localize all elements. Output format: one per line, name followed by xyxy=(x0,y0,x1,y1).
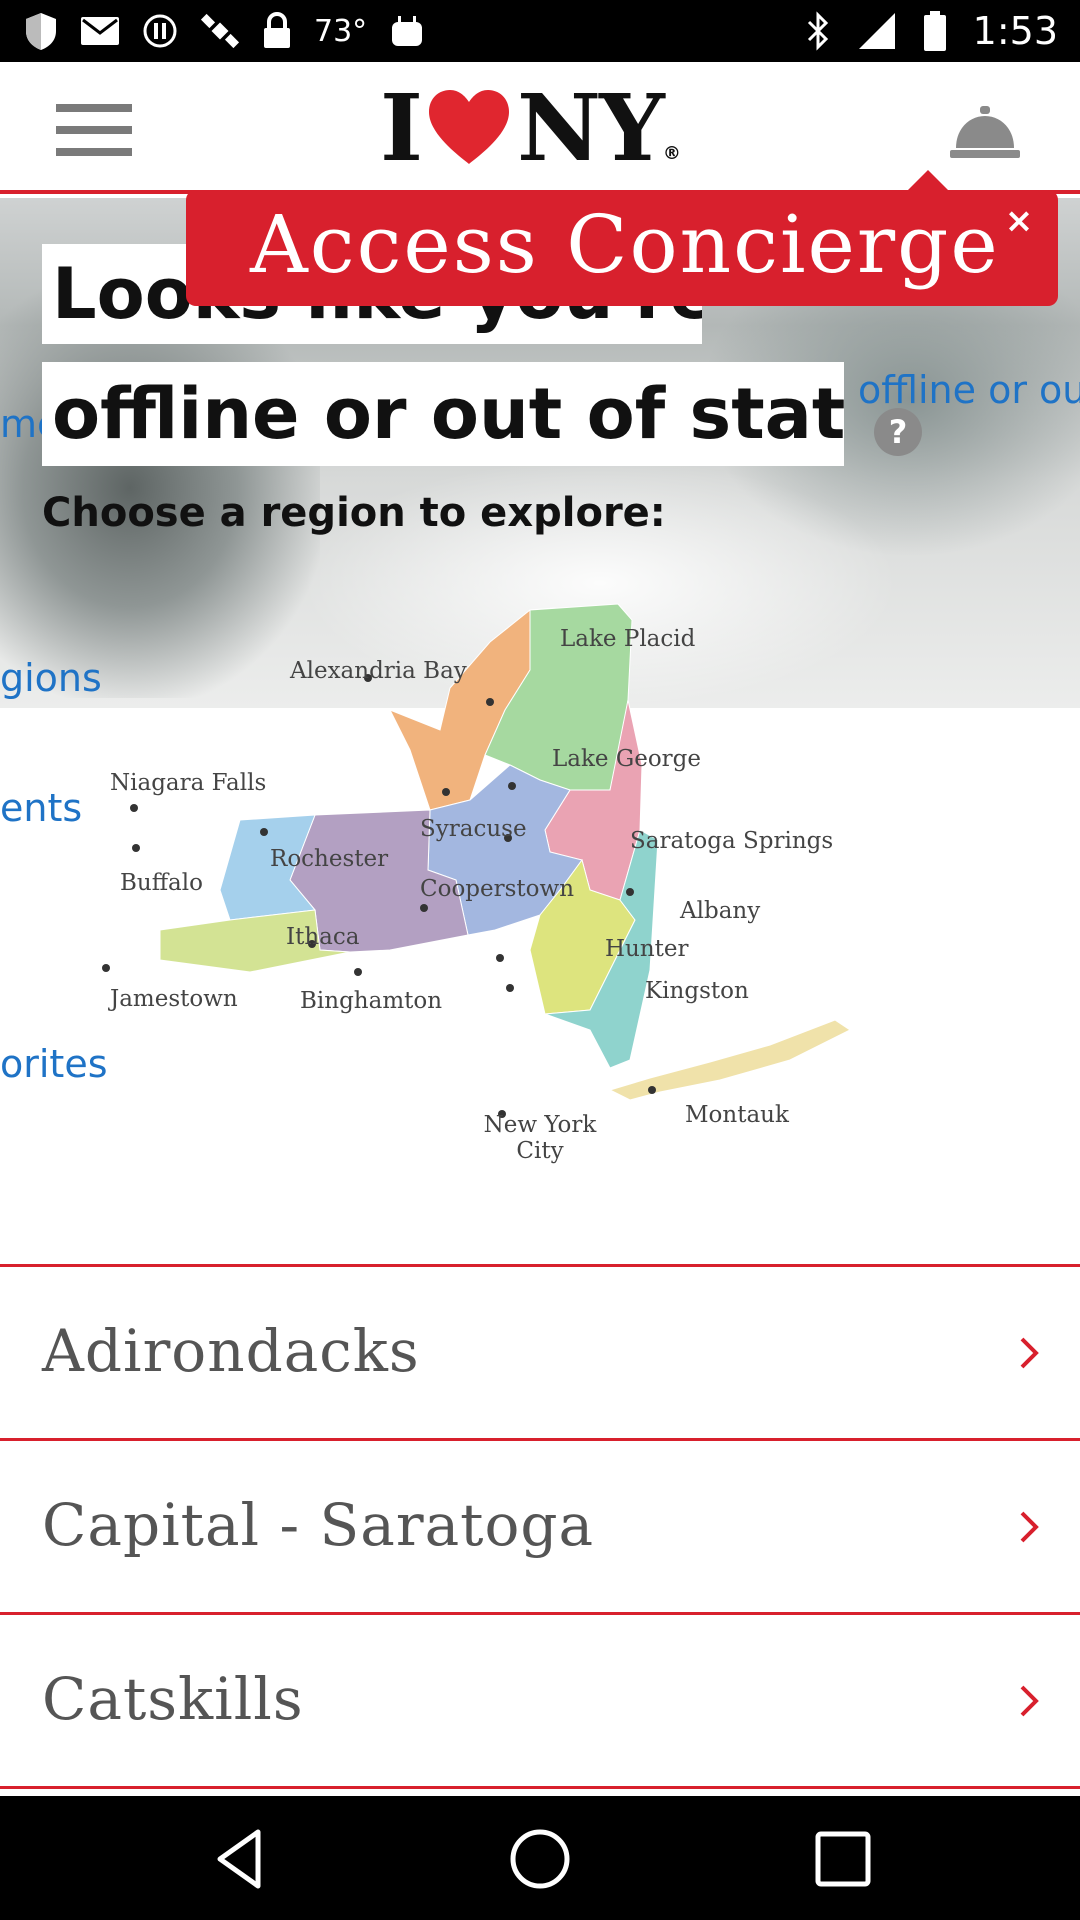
city-dot xyxy=(508,782,516,790)
map-label-lake-placid: Lake Placid xyxy=(560,626,696,652)
bg-menu-item-offline[interactable]: offline or ou xyxy=(858,368,1080,412)
map-label-jamestown: Jamestown xyxy=(110,986,238,1012)
battery-icon xyxy=(923,11,946,51)
map-label-montauk: Montauk xyxy=(685,1102,789,1128)
map-label-hunter: Hunter xyxy=(605,936,689,962)
back-icon[interactable] xyxy=(206,1824,276,1894)
popup-pointer xyxy=(906,170,950,192)
region-list: Adirondacks Capital - Saratoga Catskills xyxy=(0,1264,1080,1792)
lock-icon xyxy=(264,12,290,48)
city-dot xyxy=(132,844,140,852)
headline-line-2: offline or out of state xyxy=(42,362,844,466)
region-item-catskills[interactable]: Catskills xyxy=(0,1612,1080,1786)
android-icon xyxy=(392,16,423,46)
map-label-rochester: Rochester xyxy=(270,846,389,872)
list-divider xyxy=(0,1786,1080,1792)
city-dot xyxy=(496,954,504,962)
close-icon[interactable]: × xyxy=(1002,204,1036,238)
choose-region-prompt: Choose a region to explore: xyxy=(42,490,666,536)
map-label-alexandria-bay: Alexandria Bay xyxy=(290,658,467,684)
map-label-saratoga-springs: Saratoga Springs xyxy=(630,828,834,854)
city-dot xyxy=(648,1086,656,1094)
signal-icon xyxy=(858,13,895,49)
mail-icon xyxy=(81,17,119,45)
region-name: Catskills xyxy=(42,1665,304,1733)
map-label-albany: Albany xyxy=(680,898,761,924)
shield-icon xyxy=(26,13,56,50)
chevron-right-icon xyxy=(1020,1685,1039,1717)
city-dot xyxy=(506,984,514,992)
bg-menu-item-regions[interactable]: gions xyxy=(0,656,102,700)
city-dot xyxy=(420,904,428,912)
map-label-lake-george: Lake George xyxy=(552,746,702,772)
satellite-icon xyxy=(200,13,240,49)
city-dot xyxy=(626,888,634,896)
access-concierge-label[interactable]: Access Concierge xyxy=(250,198,1000,291)
bg-menu-item-events[interactable]: ents xyxy=(0,786,82,830)
city-dot xyxy=(486,698,494,706)
status-bar: 73° 1:53 xyxy=(0,0,1080,62)
concierge-bell-icon[interactable] xyxy=(950,102,1020,162)
access-concierge-popup[interactable]: Access Concierge × xyxy=(186,170,1058,306)
hamburger-menu-icon[interactable] xyxy=(56,104,132,156)
city-dot xyxy=(260,828,268,836)
map-label-binghamton: Binghamton xyxy=(300,988,443,1014)
map-label-ithaca: Ithaca xyxy=(286,924,360,950)
chevron-right-icon xyxy=(1020,1337,1039,1369)
info-icon xyxy=(143,14,177,48)
city-dot xyxy=(130,804,138,812)
recent-apps-icon[interactable] xyxy=(808,1824,878,1894)
temperature-text: 73° xyxy=(314,13,368,49)
city-dot xyxy=(102,964,110,972)
ny-region-map: Lake Placid Alexandria Bay Lake George N… xyxy=(90,590,910,1190)
bluetooth-icon xyxy=(807,11,828,51)
region-name: Capital - Saratoga xyxy=(42,1491,595,1559)
map-label-buffalo: Buffalo xyxy=(120,870,203,896)
map-label-new-york-city: New York City xyxy=(483,1112,597,1164)
region-long-island[interactable] xyxy=(608,1019,851,1101)
chevron-right-icon xyxy=(1020,1511,1039,1543)
region-name: Adirondacks xyxy=(42,1317,420,1385)
status-icons-right: 1:53 xyxy=(805,8,1058,54)
navigation-bar xyxy=(0,1796,1080,1920)
city-dot xyxy=(442,788,450,796)
map-label-syracuse: Syracuse xyxy=(420,816,527,842)
status-icons-left: 73° xyxy=(24,8,425,54)
help-icon[interactable]: ? xyxy=(874,408,922,456)
region-item-adirondacks[interactable]: Adirondacks xyxy=(0,1264,1080,1438)
map-label-niagara-falls: Niagara Falls xyxy=(110,770,267,796)
heart-icon xyxy=(429,90,510,164)
home-icon[interactable] xyxy=(505,1824,575,1894)
clock-text: 1:53 xyxy=(972,9,1058,53)
city-dot xyxy=(354,968,362,976)
map-label-cooperstown: Cooperstown xyxy=(420,876,575,902)
map-label-kingston: Kingston xyxy=(645,978,749,1004)
i-love-ny-logo: I NY ® xyxy=(380,74,681,182)
region-item-capital-saratoga[interactable]: Capital - Saratoga xyxy=(0,1438,1080,1612)
